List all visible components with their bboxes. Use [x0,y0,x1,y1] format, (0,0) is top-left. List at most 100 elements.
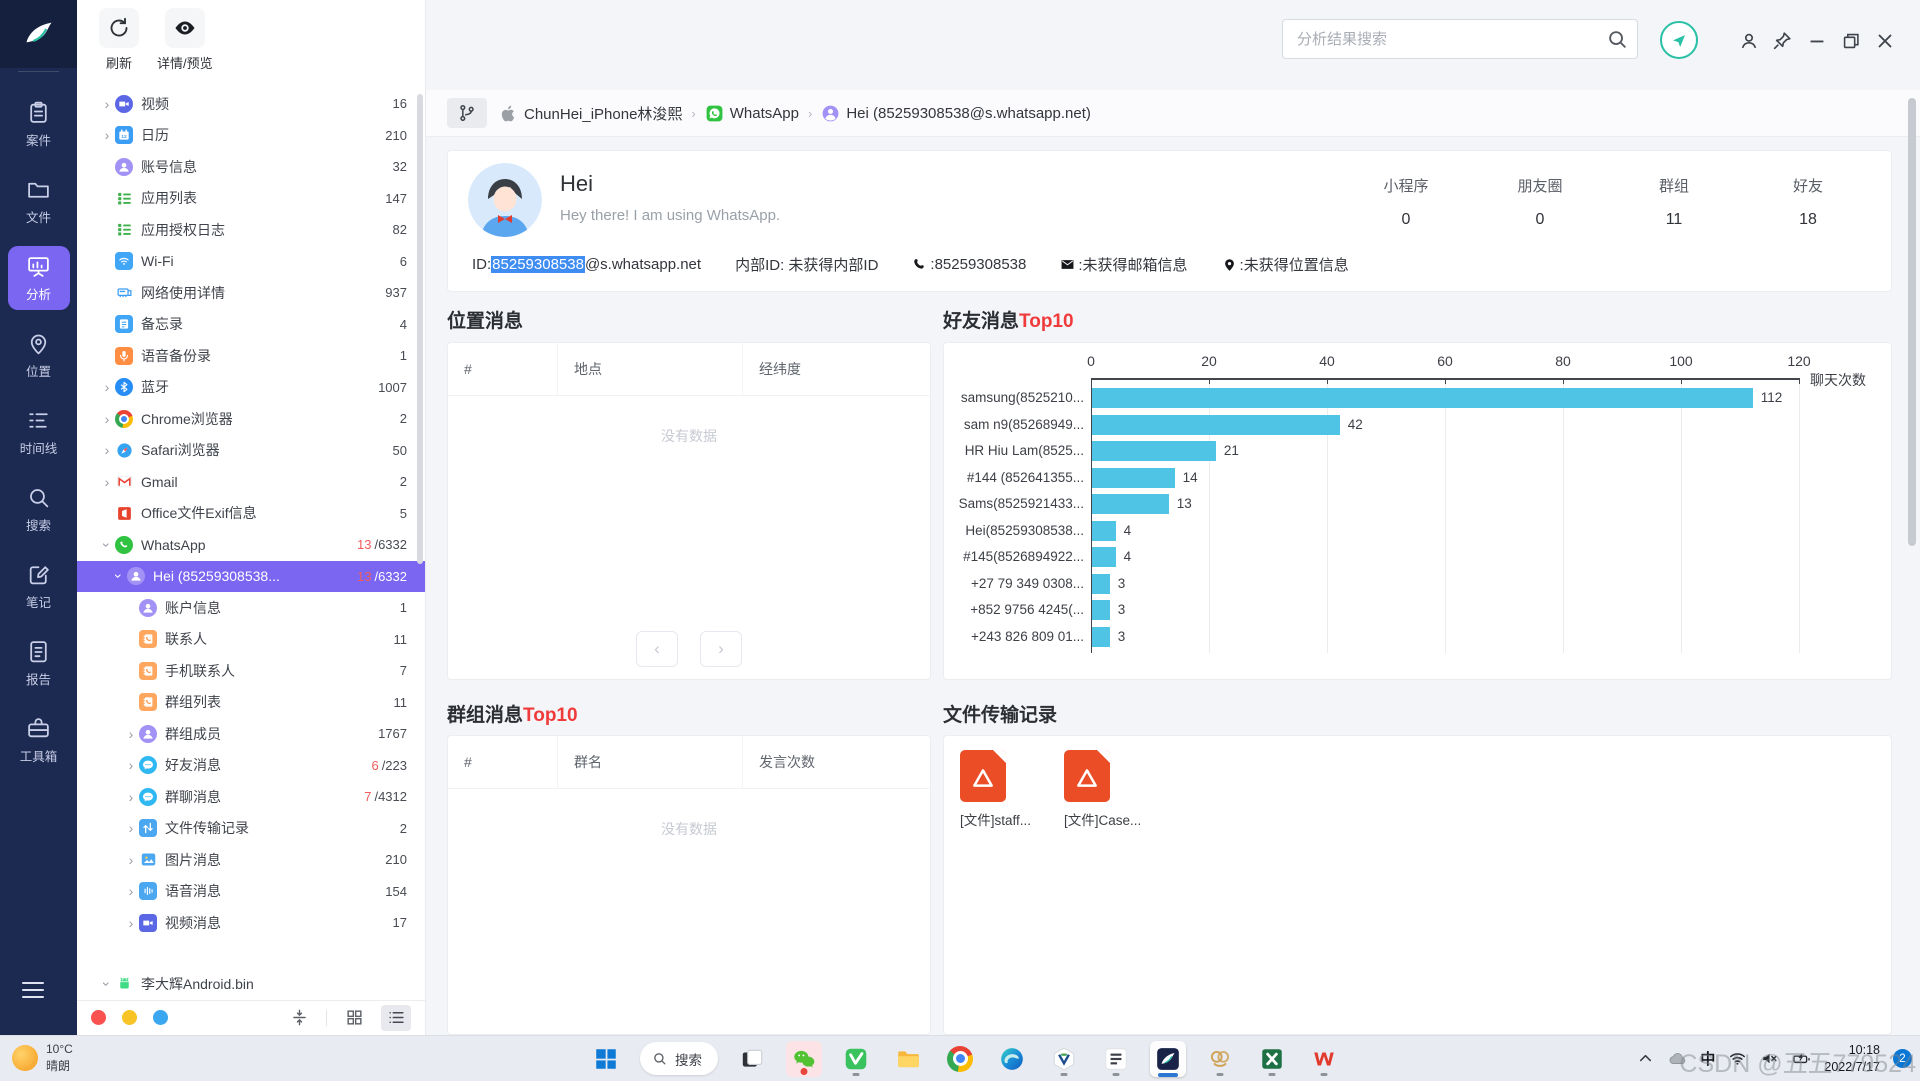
tree-item[interactable]: ›好友消息6/223 [77,750,425,782]
sidebar-item-files[interactable]: 文件 [8,169,70,233]
tree-item[interactable]: 备忘录4 [77,309,425,341]
taskbar-app-file-explorer[interactable] [890,1041,926,1077]
chevron-right-icon[interactable]: › [99,411,115,427]
tree-item[interactable]: ›群组成员1767 [77,718,425,750]
branch-icon[interactable] [447,98,487,128]
taskbar-app-wechat[interactable] [786,1041,822,1077]
file-item[interactable]: [文件]Case... [1064,750,1150,829]
tree-item[interactable]: ›文件传输记录2 [77,813,425,845]
chevron-right-icon[interactable]: › [99,474,115,490]
tree-item[interactable]: ›视频消息17 [77,907,425,939]
taskbar-app-edge[interactable] [994,1041,1030,1077]
taskbar-app-veracrypt[interactable] [1046,1041,1082,1077]
tree-item[interactable]: ›视频16 [77,88,425,120]
tree-item[interactable]: 语音备份录1 [77,340,425,372]
close-button[interactable] [1874,30,1896,52]
weather-widget[interactable]: 10°C晴朗 [12,1041,73,1075]
chevron-right-icon[interactable]: › [123,726,139,742]
volume-muted-icon[interactable] [1760,1049,1779,1068]
tree-item[interactable]: ›蓝牙1007 [77,372,425,404]
chevron-right-icon[interactable]: › [99,96,115,112]
chart-bar[interactable] [1092,521,1116,541]
tree-item[interactable]: 群组列表11 [77,687,425,719]
taskbar-app-green-v-app[interactable] [838,1041,874,1077]
send-badge-icon[interactable] [1660,21,1698,59]
file-item[interactable]: [文件]staff... [960,750,1046,829]
restore-button[interactable] [1840,30,1862,52]
panel-scrollbar[interactable] [417,94,423,564]
legend-dot[interactable] [122,1010,137,1025]
chevron-right-icon[interactable]: › [123,757,139,773]
tree-item[interactable]: ›Safari浏览器50 [77,435,425,467]
tree-item[interactable]: Wi-Fi6 [77,246,425,278]
taskbar-search[interactable]: 搜索 [640,1042,718,1075]
profile-stat[interactable]: 小程序0 [1377,175,1435,229]
wifi-icon[interactable] [1728,1049,1747,1068]
tree-item[interactable]: 网络使用详情937 [77,277,425,309]
search-icon[interactable] [1606,28,1628,50]
chevron-right-icon[interactable]: › [123,789,139,805]
menu-icon[interactable] [22,977,44,1003]
sidebar-item-search[interactable]: 搜索 [8,477,70,541]
minimize-button[interactable] [1806,30,1828,52]
clock[interactable]: 10:182022/7/17 [1824,1042,1880,1076]
app-logo-icon[interactable] [0,0,77,68]
chart-bar[interactable] [1092,600,1110,620]
tree-item[interactable]: 联系人11 [77,624,425,656]
tree-item[interactable]: Office文件Exif信息5 [77,498,425,530]
chevron-right-icon[interactable]: › [123,915,139,931]
taskbar-app-shimo-docs[interactable] [1098,1041,1134,1077]
legend-dot[interactable] [153,1010,168,1025]
sidebar-item-timeline[interactable]: 时间线 [8,400,70,464]
sidebar-item-notes[interactable]: 笔记 [8,554,70,618]
chevron-right-icon[interactable]: › [99,379,115,395]
tree-item[interactable]: ›李大辉Android.bin [77,968,425,1000]
search-input[interactable] [1282,19,1638,59]
tree-item[interactable]: ›语音消息154 [77,876,425,908]
battery-icon[interactable] [1792,1049,1811,1068]
tree-item[interactable]: 账号信息32 [77,151,425,183]
chart-bar[interactable] [1092,494,1169,514]
prev-page-button[interactable]: ‹ [636,631,678,667]
tree-item[interactable]: ›图片消息210 [77,844,425,876]
tree-item[interactable]: ›WhatsApp13/6332 [77,529,425,561]
chevron-down-icon[interactable]: › [99,537,115,553]
breadcrumb-item[interactable]: ChunHei_iPhone林浚熙 [499,103,682,124]
chevron-right-icon[interactable]: › [123,852,139,868]
chart-bar[interactable] [1092,388,1753,408]
grid-view-icon[interactable] [339,1005,369,1031]
main-scrollbar[interactable] [1908,98,1916,546]
list-view-icon[interactable] [381,1005,411,1031]
chart-bar[interactable] [1092,468,1175,488]
tree-item[interactable]: ›Hei (85259308538...13/6332 [77,561,425,593]
chevron-down-icon[interactable]: › [111,568,127,584]
chevron-right-icon[interactable]: › [123,883,139,899]
onedrive-cloud-icon[interactable] [1668,1049,1687,1068]
taskbar-app-forensic-app[interactable] [1150,1041,1186,1077]
chart-bar[interactable] [1092,547,1116,567]
profile-stat[interactable]: 朋友圈0 [1511,175,1569,229]
chevron-right-icon[interactable]: › [99,442,115,458]
tray-chevron-up-icon[interactable] [1636,1049,1655,1068]
taskbar-app-chrome[interactable] [942,1041,978,1077]
pin-icon[interactable] [1771,30,1793,52]
preview-button[interactable]: 详情/预览 [157,8,213,88]
chevron-down-icon[interactable]: › [99,976,115,992]
notification-badge[interactable]: 2 [1893,1049,1912,1068]
breadcrumb-item[interactable]: Hei (85259308538@s.whatsapp.net) [821,104,1091,123]
tree-item[interactable]: 应用授权日志82 [77,214,425,246]
profile-stat[interactable]: 好友18 [1779,175,1837,229]
sidebar-item-location[interactable]: 位置 [8,323,70,387]
user-account-icon[interactable] [1738,30,1760,52]
taskbar-app-wps[interactable] [1306,1041,1342,1077]
tree-item[interactable]: ›12日历210 [77,120,425,152]
tree-item[interactable]: ›群聊消息7/4312 [77,781,425,813]
tree-item[interactable]: 账户信息1 [77,592,425,624]
chart-bar[interactable] [1092,441,1216,461]
next-page-button[interactable]: › [700,631,742,667]
taskbar-app-gold-mascot[interactable] [1202,1041,1238,1077]
chevron-right-icon[interactable]: › [99,127,115,143]
chevron-right-icon[interactable]: › [123,820,139,836]
collapse-rows-icon[interactable] [284,1005,314,1031]
ime-indicator[interactable]: 中 [1700,1048,1715,1069]
